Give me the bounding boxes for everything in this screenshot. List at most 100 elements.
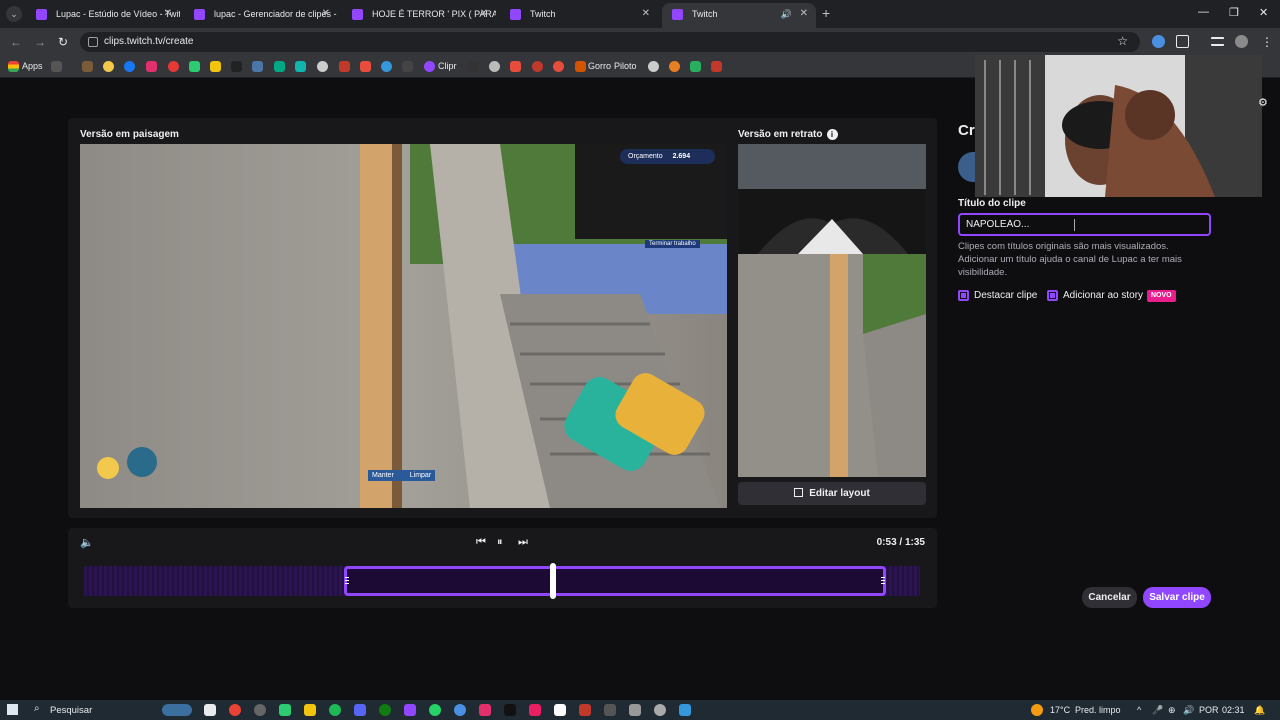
taskbar-app-icon[interactable] — [279, 704, 291, 716]
save-clip-button[interactable]: Salvar clipe — [1143, 587, 1211, 608]
taskbar-app-icon[interactable] — [679, 704, 691, 716]
tab-search-icon[interactable]: ⌄ — [6, 6, 22, 22]
bookmark-icon[interactable] — [402, 61, 413, 72]
browser-tab-active[interactable]: Twitch 🔊 ✕ — [662, 3, 816, 28]
clip-selection-range[interactable] — [344, 566, 886, 596]
bookmark-icon[interactable] — [553, 61, 564, 72]
new-tab-button[interactable]: + — [822, 5, 830, 21]
browser-tab[interactable]: Twitch ✕ — [500, 3, 658, 28]
end-handle[interactable] — [881, 577, 885, 585]
bookmark-icon[interactable] — [168, 61, 179, 72]
close-icon[interactable]: ✕ — [642, 3, 650, 25]
landscape-video[interactable]: Orçamento 2.694 Terminar trabalho Manter… — [80, 144, 727, 508]
bookmark-icon[interactable] — [210, 61, 221, 72]
cancel-button[interactable]: Cancelar — [1082, 587, 1137, 608]
grid-icon[interactable] — [51, 61, 62, 72]
browser-tab[interactable]: lupac - Gerenciador de clipes - Twitch ✕ — [184, 3, 338, 28]
extension-icon[interactable] — [1152, 35, 1165, 48]
profile-avatar[interactable] — [1235, 35, 1248, 48]
bookmark-icon[interactable] — [532, 61, 543, 72]
windows-start-icon[interactable] — [7, 704, 18, 715]
taskbar-app-icon[interactable] — [604, 704, 616, 716]
whatsapp-icon[interactable] — [429, 704, 441, 716]
bookmark-clipr[interactable]: Clipr — [438, 61, 457, 71]
bookmark-icon[interactable] — [82, 61, 93, 72]
bookmark-icon[interactable] — [317, 61, 328, 72]
xbox-icon[interactable] — [379, 704, 391, 716]
taskbar-widget-icon[interactable] — [162, 704, 192, 716]
reading-list-icon[interactable] — [1211, 37, 1224, 46]
add-to-story-checkbox[interactable] — [1047, 290, 1058, 301]
tray-chevron-icon[interactable]: ^ — [1137, 705, 1141, 715]
taskbar-app-icon[interactable] — [579, 704, 591, 716]
minimize-icon[interactable]: — — [1198, 6, 1209, 18]
forward-icon[interactable]: → — [34, 35, 46, 49]
window-close-icon[interactable]: ✕ — [1259, 6, 1268, 19]
tiktok-icon[interactable] — [504, 704, 516, 716]
discord-icon[interactable] — [354, 704, 366, 716]
taskbar-app-icon[interactable] — [629, 704, 641, 716]
volume-icon[interactable]: 🔈 — [80, 536, 94, 549]
bookmark-star-icon[interactable]: ☆ — [1117, 34, 1128, 48]
url-text[interactable]: clips.twitch.tv/create — [104, 36, 193, 47]
bookmark-icon[interactable] — [274, 61, 285, 72]
bookmark-icon[interactable] — [510, 61, 521, 72]
close-icon[interactable]: ✕ — [322, 3, 330, 25]
bookmark-icon[interactable] — [360, 61, 371, 72]
bookmark-icon[interactable] — [669, 61, 680, 72]
taskbar-app-icon[interactable] — [254, 704, 266, 716]
bookmark-icon[interactable] — [231, 61, 242, 72]
bookmark-icon[interactable] — [690, 61, 701, 72]
playhead[interactable] — [550, 563, 556, 599]
language-indicator[interactable]: POR — [1199, 705, 1219, 715]
speaker-icon[interactable]: 🔊 — [1183, 705, 1194, 716]
facebook-icon[interactable] — [124, 61, 135, 72]
site-info-icon[interactable] — [88, 37, 98, 47]
browser-tab[interactable]: Lupac - Estúdio de Vídeo - Twitch ✕ — [26, 3, 180, 28]
bookmark-icon[interactable] — [648, 61, 659, 72]
network-icon[interactable]: ⊕ — [1168, 705, 1176, 716]
instagram-icon[interactable] — [146, 61, 157, 72]
feature-clip-label[interactable]: Destacar clipe — [974, 290, 1037, 301]
skip-forward-icon[interactable]: ⏭ — [518, 536, 528, 549]
taskbar-app-icon[interactable] — [454, 704, 466, 716]
add-to-story-label[interactable]: Adicionar ao story — [1063, 290, 1143, 301]
taskbar-search[interactable]: ⌕ Pesquisar — [28, 702, 158, 718]
apps-grid-icon[interactable] — [8, 61, 19, 72]
audio-icon[interactable]: 🔊 — [781, 3, 792, 25]
close-icon[interactable]: ✕ — [480, 3, 488, 25]
bookmark-icon[interactable] — [711, 61, 722, 72]
weather-icon[interactable] — [1031, 704, 1043, 716]
weather-desc[interactable]: Pred. limpo — [1075, 705, 1121, 715]
task-view-icon[interactable] — [204, 704, 216, 716]
more-menu-icon[interactable]: ⋮ — [1261, 35, 1273, 49]
url-omnibox[interactable]: clips.twitch.tv/create ☆ — [80, 32, 1140, 52]
notification-icon[interactable]: 🔔 — [1254, 705, 1265, 716]
clipr-icon[interactable] — [424, 61, 435, 72]
close-icon[interactable]: ✕ — [800, 3, 808, 25]
info-icon[interactable]: i — [826, 129, 838, 140]
bookmark-icon[interactable] — [252, 61, 263, 72]
taskbar-app-icon[interactable] — [554, 704, 566, 716]
clip-title-input[interactable] — [958, 213, 1211, 236]
bookmark-icon[interactable] — [381, 61, 392, 72]
back-icon[interactable]: ← — [10, 35, 22, 49]
extensions-puzzle-icon[interactable] — [1176, 35, 1189, 48]
bookmark-apps[interactable]: Apps — [22, 61, 43, 71]
settings-gear-icon[interactable]: ⚙ — [1258, 96, 1268, 109]
spotify-icon[interactable] — [329, 704, 341, 716]
browser-tab[interactable]: HOJE É TERROR ' PIX ( PARA MAIS ✕ — [342, 3, 496, 28]
start-handle[interactable] — [345, 577, 349, 585]
bookmark-icon[interactable] — [575, 61, 586, 72]
reload-icon[interactable]: ↻ — [58, 35, 68, 49]
file-explorer-icon[interactable] — [304, 704, 316, 716]
bookmark-icon[interactable] — [339, 61, 350, 72]
edit-layout-button[interactable]: Editar layout — [738, 482, 926, 505]
skip-back-icon[interactable]: ⏮ — [476, 536, 486, 549]
bookmark-icon[interactable] — [489, 61, 500, 72]
clock[interactable]: 02:31 — [1222, 705, 1245, 715]
portrait-video[interactable] — [738, 144, 926, 477]
settings-icon[interactable] — [654, 704, 666, 716]
bookmark-icon[interactable] — [468, 61, 479, 72]
mic-icon[interactable]: 🎤 — [1152, 705, 1163, 716]
